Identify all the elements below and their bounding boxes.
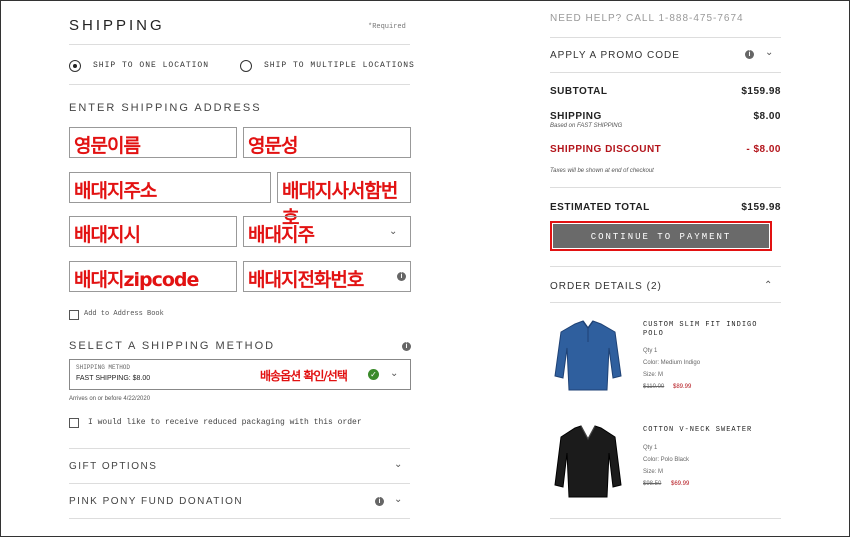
ship-multi-label[interactable]: SHIP TO MULTIPLE LOCATIONS bbox=[264, 61, 415, 70]
last-name-value: 영문성 bbox=[248, 135, 298, 157]
shipping-value: $8.00 bbox=[753, 111, 781, 122]
subtotal-label: SUBTOTAL bbox=[550, 86, 608, 97]
address-book-label[interactable]: Add to Address Book bbox=[84, 310, 164, 318]
info-icon[interactable]: i bbox=[402, 342, 411, 351]
product-old-price: $98.50 bbox=[643, 481, 662, 487]
divider bbox=[550, 266, 781, 267]
shipping-sub: Based on FAST SHIPPING bbox=[550, 123, 623, 129]
chevron-down-icon: ⌄ bbox=[390, 368, 399, 379]
divider bbox=[69, 44, 410, 45]
shipping-method-heading: SELECT A SHIPPING METHOD bbox=[69, 340, 276, 352]
gift-options-toggle[interactable]: GIFT OPTIONS bbox=[69, 461, 157, 472]
state-select[interactable]: 배대지주 ⌄ bbox=[243, 216, 411, 247]
address-field[interactable]: 배대지주소 bbox=[69, 172, 271, 203]
shipping-method-select[interactable]: SHIPPING METHOD FAST SHIPPING: $8.00 배송옵… bbox=[69, 359, 411, 390]
address-value: 배대지주소 bbox=[74, 180, 157, 202]
total-value: $159.98 bbox=[741, 202, 781, 213]
phone-field[interactable]: 배대지전화번호 i bbox=[243, 261, 411, 292]
divider bbox=[69, 518, 410, 519]
arrival-date: Arrives on or before 4/22/2020 bbox=[69, 396, 151, 402]
discount-label: SHIPPING DISCOUNT bbox=[550, 144, 662, 155]
chevron-down-icon[interactable]: ⌄ bbox=[394, 494, 402, 505]
divider bbox=[69, 483, 410, 484]
check-circle-icon: ✓ bbox=[368, 369, 379, 380]
divider bbox=[69, 448, 410, 449]
city-field[interactable]: 배대지시 bbox=[69, 216, 237, 247]
subtotal-value: $159.98 bbox=[741, 86, 781, 97]
chevron-down-icon[interactable]: ⌄ bbox=[394, 459, 402, 470]
total-label: ESTIMATED TOTAL bbox=[550, 202, 650, 213]
zip-field[interactable]: 배대지zipcode bbox=[69, 261, 237, 292]
product-color: Color: Polo Black bbox=[643, 457, 690, 463]
order-details-toggle[interactable]: ORDER DETAILS (2) bbox=[550, 281, 662, 292]
shipping-method-label: SHIPPING METHOD bbox=[76, 364, 131, 371]
divider bbox=[69, 84, 410, 85]
chevron-down-icon: ⌄ bbox=[389, 226, 398, 237]
required-note: *Required bbox=[368, 23, 406, 31]
shipping-label: SHIPPING bbox=[550, 111, 602, 122]
continue-to-payment-button[interactable]: CONTINUE TO PAYMENT bbox=[550, 221, 772, 251]
divider bbox=[550, 72, 781, 73]
product-name: CUSTOM SLIM FIT INDIGO POLO bbox=[643, 321, 758, 338]
ship-one-radio[interactable] bbox=[69, 60, 81, 72]
product-name: COTTON V-NECK SWEATER bbox=[643, 426, 753, 434]
product-size: Size: M bbox=[643, 372, 664, 378]
last-name-field[interactable]: 영문성 bbox=[243, 127, 411, 158]
product-old-price: $110.00 bbox=[643, 384, 665, 390]
suite-field[interactable]: 배대지사서함번호 bbox=[277, 172, 411, 229]
pink-pony-toggle[interactable]: PINK PONY FUND DONATION bbox=[69, 496, 243, 507]
product-qty: Qty 1 bbox=[643, 348, 658, 354]
ship-one-label[interactable]: SHIP TO ONE LOCATION bbox=[93, 61, 209, 70]
address-book-checkbox[interactable] bbox=[69, 310, 79, 320]
page-title: SHIPPING bbox=[69, 17, 165, 34]
product-size: Size: M bbox=[643, 469, 664, 475]
chevron-up-icon[interactable]: ⌃ bbox=[764, 280, 772, 291]
info-icon[interactable]: i bbox=[745, 50, 754, 59]
chevron-down-icon[interactable]: ⌄ bbox=[765, 47, 773, 58]
shipping-method-value: FAST SHIPPING: $8.00 bbox=[76, 375, 151, 382]
enter-address-heading: ENTER SHIPPING ADDRESS bbox=[69, 102, 262, 114]
discount-value: - $8.00 bbox=[746, 144, 781, 155]
state-value: 배대지주 bbox=[248, 224, 315, 246]
continue-label: CONTINUE TO PAYMENT bbox=[553, 224, 769, 248]
reduced-packaging-checkbox[interactable] bbox=[69, 418, 79, 428]
method-annotation: 배송옵션 확인/선택 bbox=[260, 369, 348, 383]
reduced-packaging-label[interactable]: I would like to receive reduced packagin… bbox=[88, 418, 362, 427]
ship-multi-radio[interactable] bbox=[240, 60, 252, 72]
help-phone: NEED HELP? CALL 1-888-475-7674 bbox=[550, 13, 744, 24]
city-value: 배대지시 bbox=[74, 224, 141, 246]
info-icon[interactable]: i bbox=[397, 272, 406, 281]
first-name-field[interactable]: 영문이름 bbox=[69, 127, 237, 158]
black-sweater-image bbox=[554, 425, 622, 498]
product-qty: Qty 1 bbox=[643, 445, 658, 451]
divider bbox=[550, 187, 781, 188]
zip-value: 배대지zipcode bbox=[74, 269, 199, 291]
taxes-note: Taxes will be shown at end of checkout bbox=[550, 168, 654, 174]
divider bbox=[550, 37, 781, 38]
promo-code-toggle[interactable]: APPLY A PROMO CODE bbox=[550, 50, 680, 61]
phone-value: 배대지전화번호 bbox=[248, 269, 364, 291]
indigo-polo-image bbox=[554, 320, 622, 391]
product-price: $69.99 bbox=[671, 481, 690, 487]
divider bbox=[550, 518, 781, 519]
divider bbox=[550, 302, 781, 303]
info-icon[interactable]: i bbox=[375, 497, 384, 506]
first-name-value: 영문이름 bbox=[74, 135, 141, 157]
product-price: $89.99 bbox=[673, 384, 692, 390]
product-color: Color: Medium Indigo bbox=[643, 360, 701, 366]
